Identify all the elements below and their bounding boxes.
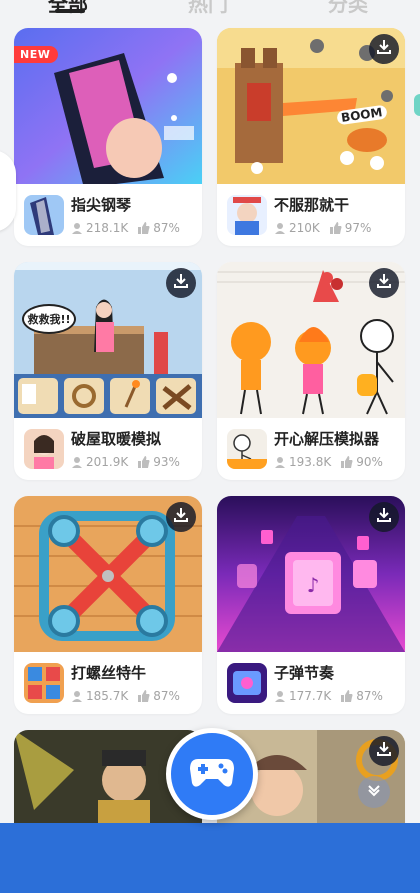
thumbs-up-icon [341,456,353,468]
download-button[interactable] [369,268,399,298]
play-count: 185.7K [86,689,129,703]
active-tab-indicator [55,9,85,13]
stickman-icon [227,429,267,469]
game-card-bullet-rhythm[interactable]: ♪ 子弹节奏 177.7K 87% [217,496,405,714]
thumbs-up-icon [138,690,150,702]
game-card-stickman[interactable]: 开心解压模拟器 193.8K 90% [217,262,405,480]
rating: 97% [344,221,372,235]
user-icon [274,456,286,468]
game-cover-stickman [217,262,405,418]
rating: 87% [356,689,383,703]
download-button[interactable] [166,268,196,298]
chevron-down-icon [366,782,382,802]
game-stats: 177.7K 87% [274,689,383,703]
game-stats: 210K 97% [274,221,371,235]
game-info: 破屋取暖模拟 201.9K 93% [14,418,202,480]
game-title: 指尖钢琴 [71,196,132,214]
rating: 87% [153,689,180,703]
download-button[interactable] [369,34,399,64]
game-info: 子弹节奏 177.7K 87% [217,652,405,714]
category-tabs: 全部 热门 分类 [0,0,420,14]
game-cover-piano: NEW [14,28,202,184]
game-info: 指尖钢琴 218.1K 87% [14,184,202,246]
game-cover-castle: BOOM [217,28,405,184]
download-icon [375,506,393,528]
castle-defense-icon [227,195,267,235]
game-title: 不服那就干 [274,196,350,214]
music-tiles-icon [227,663,267,703]
rating: 90% [356,455,383,469]
cold-house-icon [24,429,64,469]
play-count: 177.7K [289,689,332,703]
game-title: 子弹节奏 [274,664,335,682]
game-card-piano[interactable]: NEW 指尖钢琴 218.1K 87% [14,28,202,246]
user-icon [274,222,286,234]
game-title: 打螺丝特牛 [71,664,147,682]
user-icon [71,690,83,702]
game-stats: 185.7K 87% [71,689,180,703]
game-cover-bullet-rhythm: ♪ [217,496,405,652]
game-title: 开心解压模拟器 [274,430,380,448]
new-badge: NEW [14,46,59,63]
download-button[interactable] [166,502,196,532]
game-card-castle[interactable]: BOOM 不服那就干 210K 97% [217,28,405,246]
download-icon [172,506,190,528]
play-count: 210K [289,221,320,235]
screw-puzzle-icon [24,663,64,703]
tab-hot[interactable]: 热门 [188,0,228,14]
download-button[interactable] [369,502,399,532]
gamepad-icon [188,755,236,793]
user-icon [274,690,286,702]
download-button[interactable] [369,736,399,766]
download-icon [172,272,190,294]
download-icon [375,740,393,762]
game-cover-screw-puzzle [14,496,202,652]
download-icon [375,38,393,60]
play-count: 218.1K [86,221,129,235]
rating: 93% [153,455,180,469]
game-info: 开心解压模拟器 193.8K 90% [217,418,405,480]
tab-category[interactable]: 分类 [328,0,368,14]
play-count: 193.8K [289,455,332,469]
svg-text:♪: ♪ [307,573,320,597]
thumbs-up-icon [341,690,353,702]
game-card-cold-house[interactable]: 救救我!! 破屋取暖模拟 201.9K 93% [14,262,202,480]
help-speech-bubble: 救救我!! [22,304,76,334]
game-stats: 218.1K 87% [71,221,180,235]
rating: 87% [153,221,180,235]
side-widget-peek[interactable] [414,94,420,116]
user-icon [71,456,83,468]
game-info: 不服那就干 210K 97% [217,184,405,246]
game-cover-cold-house: 救救我!! [14,262,202,418]
bottom-navigation-bar [0,823,420,893]
thumbs-up-icon [138,456,150,468]
game-title: 破屋取暖模拟 [71,430,162,448]
thumbs-up-icon [138,222,150,234]
thumbs-up-icon [329,222,342,234]
game-stats: 193.8K 90% [274,455,383,469]
download-icon [375,272,393,294]
game-info: 打螺丝特牛 185.7K 87% [14,652,202,714]
game-card-screw-puzzle[interactable]: 打螺丝特牛 185.7K 87% [14,496,202,714]
play-count: 201.9K [86,455,129,469]
piano-tiles-icon [24,195,64,235]
user-icon [71,222,83,234]
scroll-down-button[interactable] [358,776,390,808]
game-stats: 201.9K 93% [71,455,180,469]
game-center-button[interactable] [166,728,258,820]
